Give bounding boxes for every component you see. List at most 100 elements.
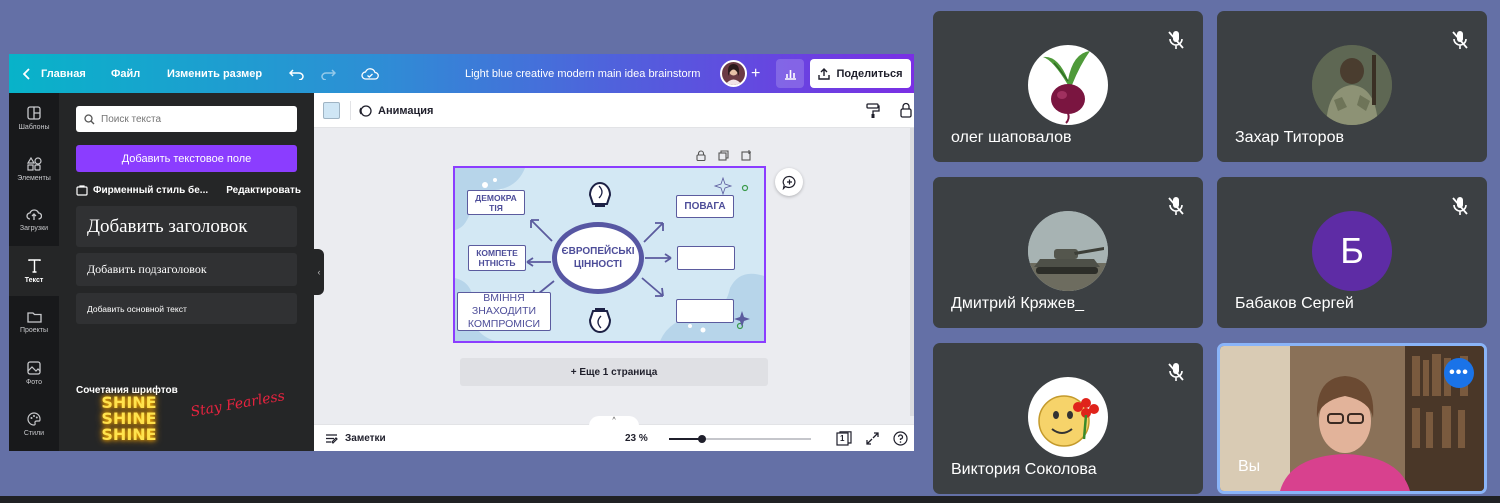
participant-name: олег шаповалов — [951, 129, 1072, 146]
node-empty-1[interactable] — [677, 246, 735, 270]
file-menu[interactable]: Файл — [111, 54, 140, 93]
undo-button[interactable] — [289, 54, 304, 93]
rail-label: Фото — [25, 378, 43, 386]
participant-tile[interactable]: Виктория Соколова — [933, 343, 1203, 494]
help-button[interactable] — [893, 431, 908, 451]
duplicate-page-icon[interactable] — [718, 148, 729, 162]
participant-name: Бабаков Сергей — [1235, 295, 1354, 312]
brand-style-row: Фирменный стиль бе... Редактировать — [76, 182, 301, 198]
redo-button[interactable] — [321, 54, 336, 93]
toolbar-divider — [350, 101, 351, 120]
participant-tile[interactable]: Дмитрий Кряжев_ — [933, 177, 1203, 328]
canva-topbar: Главная Файл Изменить размер Light blue … — [9, 54, 914, 93]
participant-name: Захар Титоров — [1235, 129, 1344, 146]
rail-photos[interactable]: Фото — [9, 348, 59, 398]
share-button[interactable]: Поделиться — [810, 59, 911, 88]
chevron-left-icon — [23, 67, 31, 80]
text-search[interactable] — [76, 106, 297, 132]
fullscreen-button[interactable] — [866, 432, 879, 450]
node-competence[interactable]: КОМПЕТЕ НТНІСТЬ — [468, 245, 526, 271]
node-text: КОМПЕТЕ НТНІСТЬ — [476, 248, 518, 268]
notes-button[interactable]: Заметки — [325, 425, 386, 451]
more-options-button[interactable]: ••• — [1444, 358, 1474, 388]
add-textbox-button[interactable]: Добавить текстовое поле — [76, 145, 297, 172]
font-combo-stay-fearless[interactable]: Stay Fearless — [187, 387, 295, 451]
search-input[interactable] — [101, 113, 281, 125]
lock-button[interactable] — [900, 102, 912, 123]
combo-text: Stay Fearless — [189, 388, 287, 421]
tank-avatar — [1028, 211, 1108, 291]
soldier-avatar — [1312, 45, 1392, 125]
participant-name: Дмитрий Кряжев_ — [951, 295, 1085, 312]
expand-icon — [866, 432, 879, 445]
text-icon — [27, 258, 41, 273]
elements-icon — [26, 156, 42, 171]
rail-elements[interactable]: Элементы — [9, 144, 59, 194]
font-combo-shine[interactable]: SHINE SHINE SHINE — [89, 395, 169, 451]
home-label: Главная — [41, 67, 86, 80]
bar-chart-icon — [784, 68, 797, 80]
mic-off-icon — [1447, 193, 1473, 219]
zoom-value[interactable]: 23 % — [625, 425, 648, 451]
insights-button[interactable] — [776, 59, 804, 88]
lock-page-icon[interactable] — [696, 148, 706, 162]
copy-style-button[interactable] — [866, 103, 880, 124]
node-respect[interactable]: ПОВАГА — [676, 195, 734, 218]
palette-icon — [27, 411, 41, 426]
resize-menu[interactable]: Изменить размер — [167, 54, 262, 93]
central-idea-text: ЄВРОПЕЙСЬКІ ЦІННОСТІ — [561, 246, 635, 270]
add-collaborator-button[interactable]: + — [751, 54, 760, 93]
node-empty-2[interactable] — [676, 299, 734, 323]
background-color-swatch[interactable] — [323, 102, 340, 119]
canvas-scrollbar[interactable] — [910, 128, 914, 416]
node-compromise[interactable]: ВМІННЯ ЗНАХОДИТИ КОМПРОМІСИ — [457, 292, 551, 331]
upload-icon — [818, 67, 831, 80]
edit-brand-link[interactable]: Редактировать — [226, 185, 301, 196]
participant-tile[interactable]: Б Бабаков Сергей — [1217, 177, 1487, 328]
add-body-tile[interactable]: Добавить основной текст — [76, 293, 297, 324]
participant-tile[interactable]: олег шаповалов — [933, 11, 1203, 162]
mic-off-icon — [1163, 193, 1189, 219]
rail-projects[interactable]: Проекты — [9, 297, 59, 347]
zoom-slider-thumb[interactable] — [697, 435, 706, 443]
participant-name: Виктория Соколова — [951, 461, 1097, 478]
letter-avatar: Б — [1312, 211, 1392, 291]
page-count-button[interactable]: 1 — [836, 431, 853, 451]
animation-label: Анимация — [378, 104, 434, 117]
editor-bottombar: ^ Заметки 23 % 1 — [314, 416, 914, 451]
node-democracy[interactable]: ДЕМОКРА ТІЯ — [467, 190, 525, 215]
add-page-icon[interactable] — [741, 148, 752, 162]
rail-styles[interactable]: Стили — [9, 399, 59, 449]
central-idea-oval[interactable]: ЄВРОПЕЙСЬКІ ЦІННОСТІ — [552, 222, 644, 294]
rail-uploads[interactable]: Загрузки — [9, 195, 59, 245]
lock-icon — [900, 102, 912, 118]
add-subheading-tile[interactable]: Добавить подзаголовок — [76, 253, 297, 286]
rail-templates[interactable]: Шаблоны — [9, 93, 59, 143]
redo-icon — [321, 68, 336, 80]
user-avatar[interactable] — [720, 60, 747, 87]
design-title[interactable]: Light blue creative modern main idea bra… — [465, 54, 700, 93]
zoom-slider[interactable] — [669, 435, 811, 443]
notes-label: Заметки — [345, 433, 386, 444]
back-home-button[interactable]: Главная — [23, 54, 86, 93]
add-comment-button[interactable] — [775, 168, 803, 196]
rail-label: Стили — [23, 429, 45, 437]
rail-label: Загрузки — [19, 225, 49, 232]
rail-label: Шаблоны — [18, 123, 50, 131]
mic-off-icon — [1163, 27, 1189, 53]
add-page-button[interactable]: + Еще 1 страница — [460, 358, 768, 386]
meeting-bottom-strip — [0, 496, 1500, 503]
avatar-initial: Б — [1340, 230, 1364, 271]
participant-name: Вы — [1238, 458, 1261, 475]
cloud-save-status[interactable] — [361, 54, 379, 93]
rail-text[interactable]: Текст — [9, 246, 59, 296]
photo-icon — [27, 360, 41, 375]
add-heading-tile[interactable]: Добавить заголовок — [76, 206, 297, 247]
animation-button[interactable]: Анимация — [358, 93, 433, 128]
design-page[interactable]: ЄВРОПЕЙСЬКІ ЦІННОСТІ ДЕМОКРА ТІЯ КОМПЕТЕ… — [453, 166, 766, 343]
self-video-tile[interactable]: ••• Вы — [1217, 343, 1487, 494]
mic-off-icon — [1163, 359, 1189, 385]
comment-plus-icon — [782, 175, 797, 190]
participant-tile[interactable]: Захар Титоров — [1217, 11, 1487, 162]
help-icon — [893, 431, 908, 446]
